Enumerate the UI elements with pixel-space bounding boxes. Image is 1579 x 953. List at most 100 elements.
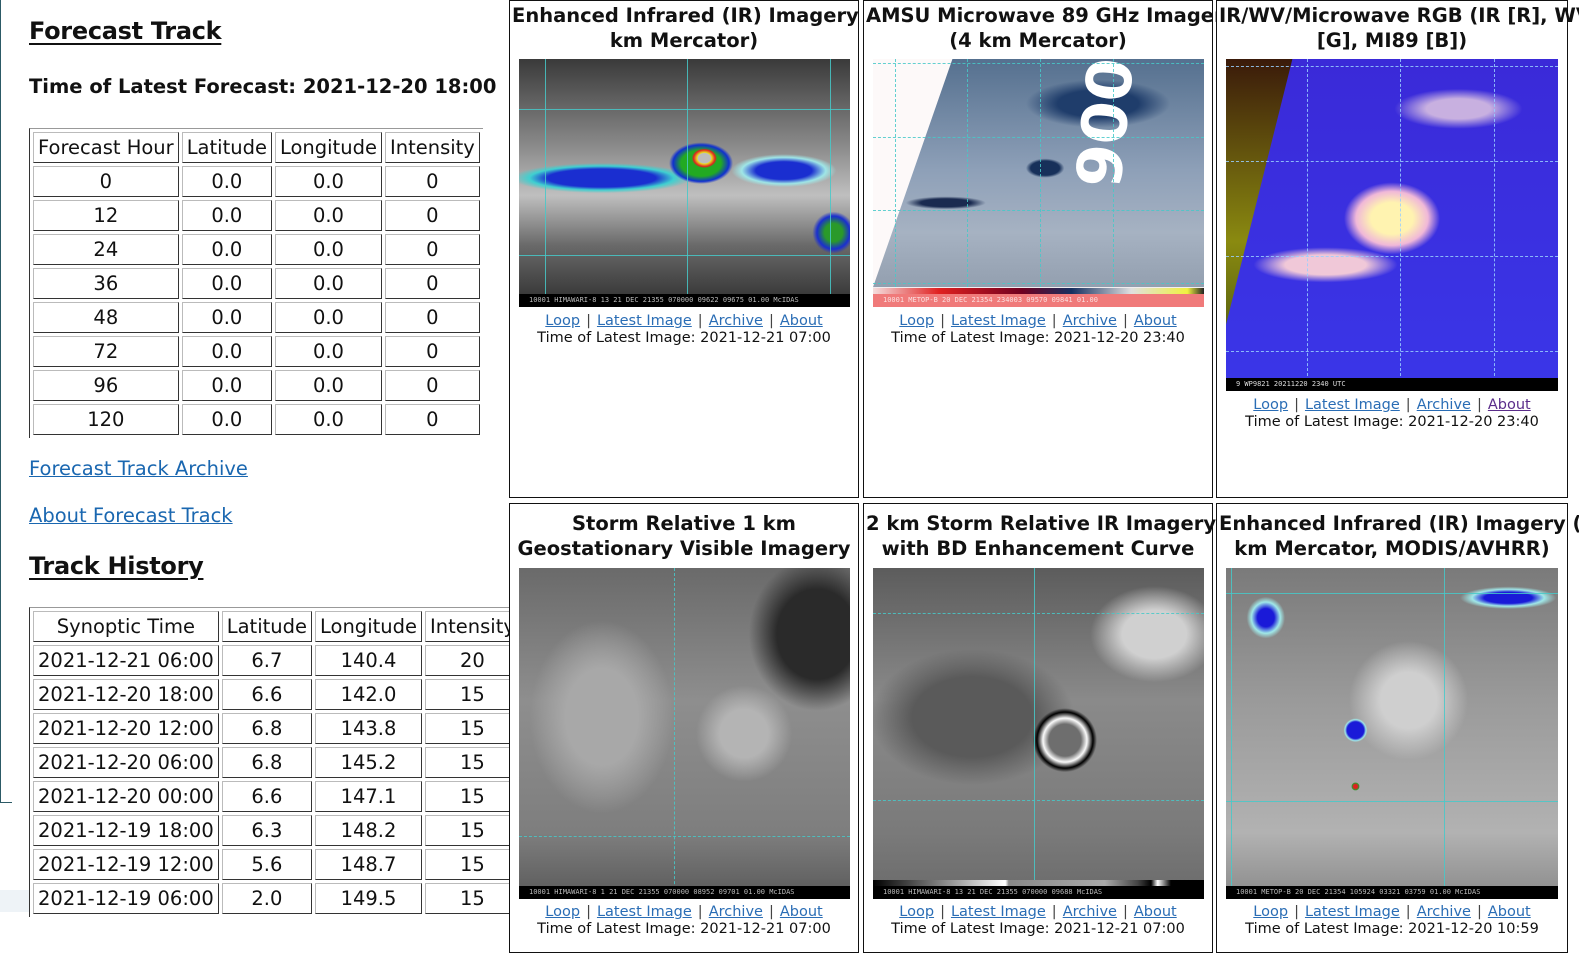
latest-image-link[interactable]: Latest Image xyxy=(597,904,692,920)
table-cell: 142.0 xyxy=(315,679,422,710)
about-forecast-track-link[interactable]: About Forecast Track xyxy=(29,504,233,527)
table-cell: 147.1 xyxy=(315,781,422,812)
table-cell: 0.0 xyxy=(181,302,272,333)
satellite-image-enhanced-ir-1km[interactable]: 10001 METOP-B 20 DEC 21354 105924 03321 … xyxy=(1226,568,1558,899)
panel-title-line: [G], MI89 [B]) xyxy=(1316,29,1468,52)
grid-line xyxy=(674,568,675,899)
loop-link[interactable]: Loop xyxy=(1253,397,1288,413)
table-row: 2021-12-20 00:00 6.6 147.1 15 xyxy=(33,781,520,812)
table-cell: 0.0 xyxy=(181,200,272,231)
panel-title: AMSU Microwave 89 GHz Imagery (4 km Merc… xyxy=(864,3,1237,53)
separator: | xyxy=(1051,904,1057,920)
satellite-image-visible[interactable]: 10001 HIMAWARI-8 1 21 DEC 21355 070000 0… xyxy=(519,568,850,899)
satellite-image-bd-curve[interactable]: 10001 HIMAWARI-8 13 21 DEC 21355 070000 … xyxy=(873,568,1204,899)
table-cell: 15 xyxy=(425,815,520,846)
about-link[interactable]: About xyxy=(1134,904,1177,920)
table-cell: 0.0 xyxy=(274,234,382,265)
separator: | xyxy=(940,313,945,329)
panel-amsu-microwave: AMSU Microwave 89 GHz Imagery (4 km Merc… xyxy=(863,0,1237,498)
archive-link[interactable]: Archive xyxy=(709,313,763,329)
table-cell: 0 xyxy=(384,234,480,265)
grid-line xyxy=(1226,351,1558,352)
table-header-row: Synoptic Time Latitude Longitude Intensi… xyxy=(33,611,520,642)
table-cell: 149.5 xyxy=(315,883,422,914)
grid-line xyxy=(873,63,1204,64)
table-cell: 2021-12-19 06:00 xyxy=(33,883,219,914)
table-cell: 0 xyxy=(384,302,480,333)
grid-line xyxy=(895,59,896,307)
separator: | xyxy=(940,904,945,920)
latest-image-link[interactable]: Latest Image xyxy=(951,313,1046,329)
grid-line xyxy=(1231,568,1232,899)
latest-image-link[interactable]: Latest Image xyxy=(1305,904,1400,920)
panel-title-line: IR/WV/Microwave RGB (IR [R], WV xyxy=(1219,4,1579,27)
grid-line xyxy=(967,59,968,307)
separator: | xyxy=(768,313,774,329)
image-caption-strip: 10001 HIMAWARI-8 13 21 DEC 21355 070000 … xyxy=(519,294,850,307)
grid-line xyxy=(1400,59,1401,391)
grid-line xyxy=(1226,256,1558,257)
archive-link[interactable]: Archive xyxy=(1063,313,1117,329)
panel-links: Loop | Latest Image | Archive | About xyxy=(864,313,1212,329)
table-cell: 0.0 xyxy=(274,404,382,435)
panel-title-line: with BD Enhancement Curve xyxy=(881,537,1195,560)
column-header: Intensity xyxy=(425,611,520,642)
latest-image-link[interactable]: Latest Image xyxy=(597,313,692,329)
grid-line xyxy=(873,137,1204,138)
grid-line xyxy=(1226,801,1558,802)
about-link[interactable]: About xyxy=(1134,313,1177,329)
archive-link[interactable]: Archive xyxy=(1417,904,1471,920)
latest-image-link[interactable]: Latest Image xyxy=(1305,397,1400,413)
image-overlay-text: 900 xyxy=(1062,59,1149,192)
table-cell: 0.0 xyxy=(274,370,382,401)
table-row: 2021-12-20 12:00 6.8 143.8 15 xyxy=(33,713,520,744)
separator: | xyxy=(768,904,774,920)
satellite-image-rgb[interactable]: 9 WP9821 20211220 2340 UTC xyxy=(1226,59,1558,391)
track-history-table: Synoptic Time Latitude Longitude Intensi… xyxy=(29,607,523,917)
panel-title-line: AMSU Microwave 89 GHz Imagery xyxy=(866,4,1237,27)
table-cell: 2021-12-19 12:00 xyxy=(33,849,219,880)
table-cell: 6.8 xyxy=(221,747,312,778)
satellite-image-amsu[interactable]: 900 10001 METOP-B 20 DEC 21354 234003 09… xyxy=(873,59,1204,307)
about-link[interactable]: About xyxy=(780,313,823,329)
panel-title: 2 km Storm Relative IR Imagery with BD E… xyxy=(864,511,1217,561)
loop-link[interactable]: Loop xyxy=(545,313,580,329)
satellite-image-enhanced-ir[interactable]: 10001 HIMAWARI-8 13 21 DEC 21355 070000 … xyxy=(519,59,850,307)
separator: | xyxy=(1476,904,1482,920)
separator: | xyxy=(697,904,703,920)
panel-storm-relative-visible: Storm Relative 1 km Geostationary Visibl… xyxy=(509,503,859,953)
table-cell: 0.0 xyxy=(181,268,272,299)
panel-title-line: 2 km Storm Relative IR Imagery xyxy=(866,512,1217,535)
table-cell: 15 xyxy=(425,883,520,914)
table-row: 2021-12-19 12:00 5.6 148.7 15 xyxy=(33,849,520,880)
grid-line xyxy=(873,283,1204,284)
archive-link[interactable]: Archive xyxy=(1417,397,1471,413)
table-cell: 24 xyxy=(33,234,179,265)
loop-link[interactable]: Loop xyxy=(545,904,580,920)
panel-title-line: Enhanced Infrared (IR) Imagery (4 xyxy=(512,4,889,27)
about-link[interactable]: About xyxy=(780,904,823,920)
archive-link[interactable]: Archive xyxy=(709,904,763,920)
latest-image-link[interactable]: Latest Image xyxy=(951,904,1046,920)
table-cell: 0 xyxy=(384,370,480,401)
table-cell: 0 xyxy=(384,200,480,231)
panel-title: Storm Relative 1 km Geostationary Visibl… xyxy=(510,511,858,561)
table-cell: 6.7 xyxy=(221,645,312,676)
panel-title: Enhanced Infrared (IR) Imagery (1 km Mer… xyxy=(1217,511,1579,561)
panel-links: Loop | Latest Image | Archive | About xyxy=(510,313,858,329)
table-cell: 140.4 xyxy=(315,645,422,676)
table-row: 0 0.0 0.0 0 xyxy=(33,166,480,197)
loop-link[interactable]: Loop xyxy=(899,313,934,329)
loop-link[interactable]: Loop xyxy=(1253,904,1288,920)
grid-line xyxy=(873,800,1204,801)
table-row: 2021-12-19 18:00 6.3 148.2 15 xyxy=(33,815,520,846)
latest-image-time: Time of Latest Image: 2021-12-20 10:59 xyxy=(1245,921,1539,937)
about-link[interactable]: About xyxy=(1488,397,1531,413)
archive-link[interactable]: Archive xyxy=(1063,904,1117,920)
latest-image-time: Time of Latest Image: 2021-12-21 07:00 xyxy=(891,921,1185,937)
column-header: Latitude xyxy=(221,611,312,642)
panel-title-line: Geostationary Visible Imagery xyxy=(517,537,851,560)
forecast-track-archive-link[interactable]: Forecast Track Archive xyxy=(29,457,248,480)
about-link[interactable]: About xyxy=(1488,904,1531,920)
loop-link[interactable]: Loop xyxy=(899,904,934,920)
